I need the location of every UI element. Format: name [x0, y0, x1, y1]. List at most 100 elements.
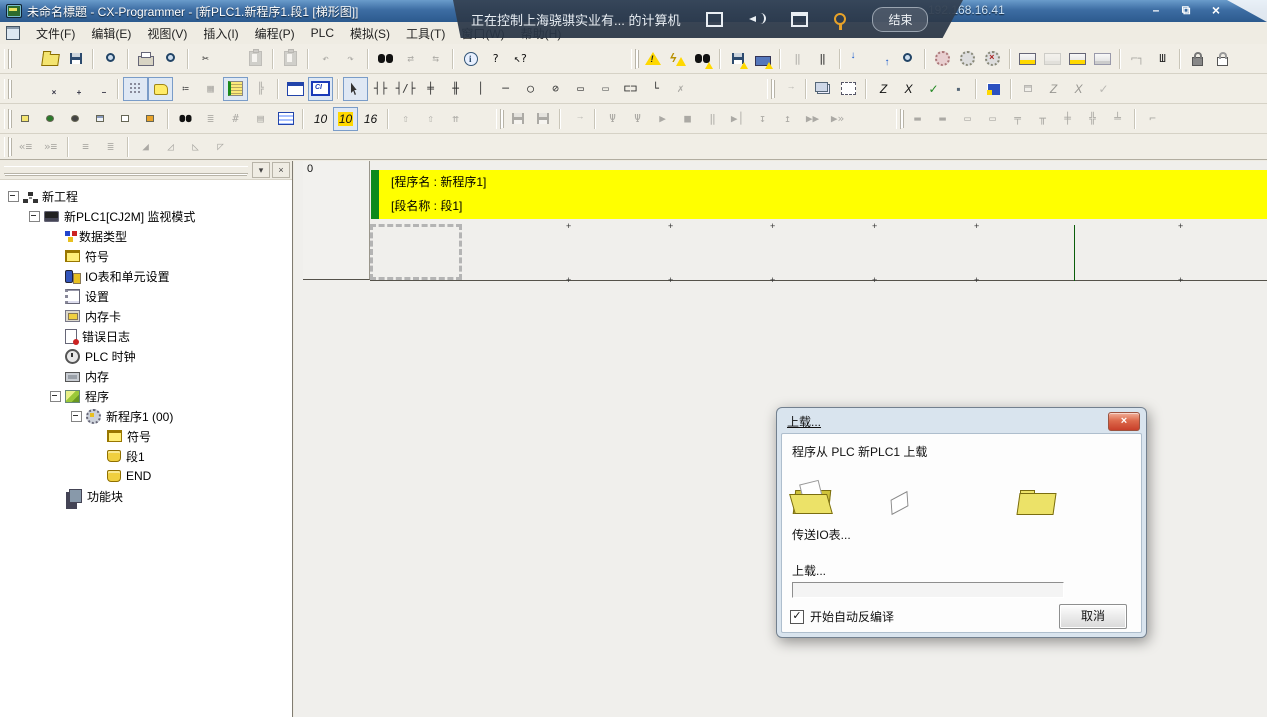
toolbar-drag-handle[interactable] [631, 49, 636, 69]
goto-rung-check-button[interactable] [921, 77, 946, 101]
binary-view-button[interactable] [273, 107, 298, 131]
new-inverted-instruction-button[interactable]: ▭ [593, 77, 618, 101]
find-button[interactable] [373, 47, 398, 71]
show-grid-button[interactable] [123, 77, 148, 101]
window-view-1-button[interactable] [1016, 77, 1041, 101]
menu-plc[interactable]: PLC [303, 24, 342, 42]
tree-item-new-program1[interactable]: 新程序1 (00) [0, 406, 292, 426]
menu-simulation[interactable]: 模拟(S) [342, 23, 398, 44]
tree-expander-icon[interactable] [71, 411, 82, 422]
sim-save-button[interactable] [530, 107, 555, 131]
tree-item-io-table-unit-setup[interactable]: IO表和单元设置 [0, 266, 292, 286]
upload-from-plc-button[interactable] [870, 47, 895, 71]
sheet-list-button[interactable] [811, 77, 836, 101]
block-select-1-button[interactable]: ▬ [905, 107, 930, 131]
block-copy-button[interactable]: ▭ [980, 107, 1005, 131]
decimal-format-button[interactable] [308, 107, 333, 131]
ci-properties-button[interactable] [308, 77, 333, 101]
tree-item-program-symbols[interactable]: 符号 [0, 426, 292, 446]
program-mode-button[interactable] [980, 47, 1005, 71]
view-split-window-button[interactable] [88, 107, 113, 131]
symbol-convert-button[interactable]: ⇄ [398, 47, 423, 71]
view-symbols-window-button[interactable] [63, 107, 88, 131]
sim-scan-doc-button[interactable] [565, 107, 590, 131]
work-online-button[interactable] [640, 47, 665, 71]
line-connector-button[interactable]: └ [643, 77, 668, 101]
memory-view-2-button[interactable] [1040, 47, 1065, 71]
new-function-block-button[interactable]: ⊏⊐ [618, 77, 643, 101]
menu-insert[interactable]: 插入(I) [195, 23, 246, 44]
toolbar-drag-handle[interactable] [767, 79, 772, 99]
menu-program[interactable]: 编程(P) [247, 23, 303, 44]
monitor-in-rung-button[interactable] [223, 77, 248, 101]
paste-rung-button[interactable] [278, 47, 303, 71]
toolbar-drag-handle[interactable] [496, 109, 501, 129]
tree-expander-icon[interactable] [29, 211, 40, 222]
autodecompile-checkbox[interactable]: ✓ [790, 610, 804, 624]
tree-item-settings[interactable]: 设置 [0, 286, 292, 306]
online-edit-save-button[interactable] [725, 47, 750, 71]
tree-expander-icon[interactable] [8, 191, 19, 202]
new-or-closed-contact-button[interactable]: ╫ [443, 77, 468, 101]
sim-run-to-end-button[interactable]: ▶» [825, 107, 850, 131]
work-online-simulator-button[interactable] [665, 47, 690, 71]
new-closed-contact-button[interactable]: ┤/├ [393, 77, 418, 101]
rung-join-button[interactable]: ╪ [1055, 107, 1080, 131]
time-chart-monitor-button[interactable]: Ш [1150, 47, 1175, 71]
show-comments-button[interactable] [148, 77, 173, 101]
sim-break-2-button[interactable]: Ψ [625, 107, 650, 131]
toolbar-drag-handle[interactable] [4, 109, 9, 129]
force-toggle-button[interactable]: ◸ [208, 135, 233, 159]
force-on-button[interactable]: ◢ [133, 135, 158, 159]
io-comment-view-button[interactable]: ≣ [198, 107, 223, 131]
properties-button[interactable] [138, 107, 163, 131]
toolbar-drag-handle[interactable] [896, 109, 901, 129]
redo-button[interactable]: ↷ [338, 47, 363, 71]
help-button[interactable]: ? [483, 47, 508, 71]
compile-program-button[interactable] [98, 47, 123, 71]
copy-button[interactable] [218, 47, 243, 71]
rung-split-bottom-button[interactable]: ╧ [1105, 107, 1130, 131]
restore-button[interactable]: ⧉ [1173, 2, 1199, 19]
pause-monitoring-button[interactable]: ‖ [785, 47, 810, 71]
new-document-button[interactable] [13, 47, 38, 71]
compare-with-plc-button[interactable] [895, 47, 920, 71]
program-step-button[interactable] [776, 77, 801, 101]
frame-select-button[interactable] [836, 77, 861, 101]
ladder-cursor-cell[interactable] [370, 224, 462, 280]
bit-editor-button[interactable] [981, 77, 1006, 101]
auto-online-button[interactable] [750, 47, 775, 71]
tree-item-programs[interactable]: 程序 [0, 386, 292, 406]
select-tool-button[interactable] [343, 77, 368, 101]
block-select-2-button[interactable]: ▬ [930, 107, 955, 131]
new-closed-coil-button[interactable]: ⊘ [543, 77, 568, 101]
rung-merge-button[interactable]: ╬ [1080, 107, 1105, 131]
cascade-project-button[interactable] [13, 107, 38, 131]
zoom-select-button[interactable] [38, 77, 63, 101]
zoom-out-button[interactable] [88, 77, 113, 101]
close-button[interactable]: × [1203, 2, 1229, 19]
open-project-button[interactable] [38, 47, 63, 71]
tree-item-memory[interactable]: 内存 [0, 366, 292, 386]
memory-view-1-button[interactable] [1015, 47, 1040, 71]
menu-tools[interactable]: 工具(T) [398, 23, 453, 44]
toolbar-drag-handle[interactable] [4, 79, 9, 99]
indent-rung-right-button[interactable]: »≡ [38, 135, 63, 159]
signed-decimal-format-button[interactable] [333, 107, 358, 131]
hex-format-button[interactable] [358, 107, 383, 131]
tree-item-end-section[interactable]: END [0, 466, 292, 486]
goto-rung-dot-button[interactable] [946, 77, 971, 101]
panel-drag-grip[interactable] [4, 166, 248, 174]
network-transfer-button[interactable]: ⇈ [443, 107, 468, 131]
memory-view-4-button[interactable] [1090, 47, 1115, 71]
delete-tool-button[interactable]: ✗ [668, 77, 693, 101]
upload-symbols-button[interactable]: ⇧ [393, 107, 418, 131]
tree-item-new-project[interactable]: 新工程 [0, 186, 292, 206]
print-preview-button[interactable] [158, 47, 183, 71]
speaker-icon[interactable] [749, 13, 765, 25]
tree-item-symbols[interactable]: 符号 [0, 246, 292, 266]
window-switch-icon[interactable] [791, 12, 808, 27]
print-button[interactable] [133, 47, 158, 71]
window-view-z-button[interactable] [1041, 77, 1066, 101]
dialog-view-button[interactable]: ▤ [248, 107, 273, 131]
